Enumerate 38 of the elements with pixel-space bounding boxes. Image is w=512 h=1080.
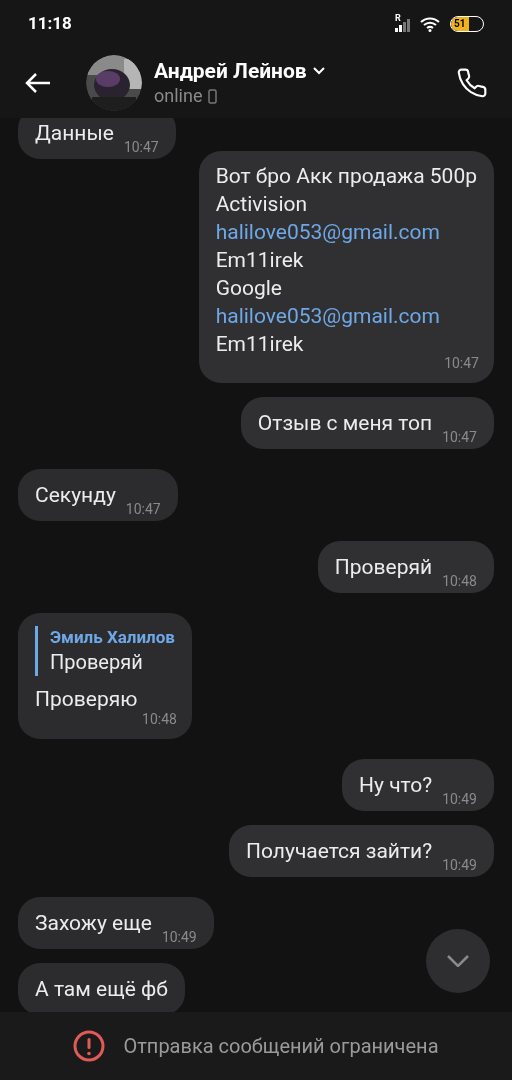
message-text: Данные bbox=[35, 120, 114, 147]
message-time: 10:47 bbox=[125, 500, 161, 518]
message-time: 10:49 bbox=[161, 928, 197, 946]
message-time: 10:48 bbox=[142, 710, 177, 728]
email-link[interactable]: halilove053@gmail.com bbox=[215, 302, 477, 330]
message-text: Получается зайти? bbox=[246, 838, 433, 865]
message-text: Google bbox=[215, 275, 283, 302]
reply-text: Проверяй bbox=[50, 649, 144, 676]
message-time: 10:47 bbox=[123, 138, 159, 156]
message-text: Секунду bbox=[35, 482, 116, 509]
message-text: Захожу еще bbox=[35, 910, 152, 937]
message-time: 10:47 bbox=[442, 428, 477, 446]
restriction-notice: Отправка сообщений ограничена bbox=[123, 1033, 439, 1060]
message-time: 10:49 bbox=[442, 790, 477, 808]
phone-device-icon bbox=[208, 88, 218, 104]
message-text: Отзыв с меня топ bbox=[257, 410, 433, 437]
phone-call-icon[interactable] bbox=[456, 67, 488, 99]
message-time: 10:49 bbox=[442, 856, 477, 874]
chevron-down-icon bbox=[447, 955, 469, 967]
message-time: 10:48 bbox=[442, 572, 477, 590]
message-text: Ну что? bbox=[359, 772, 433, 799]
message-text: А там ещё фб bbox=[35, 976, 168, 1003]
wifi-icon bbox=[420, 16, 440, 32]
message-text: Em11irek bbox=[215, 247, 305, 274]
message-text: Em11irek bbox=[215, 331, 305, 358]
back-arrow-icon[interactable] bbox=[24, 71, 52, 95]
message-text: Проверяю bbox=[35, 686, 139, 713]
warning-icon bbox=[73, 1030, 106, 1062]
message-text: Проверяй bbox=[334, 554, 433, 581]
message-text: Activision bbox=[215, 191, 309, 218]
online-status: online bbox=[154, 84, 203, 108]
chevron-down-icon[interactable] bbox=[312, 67, 325, 75]
email-link[interactable]: halilove053@gmail.com bbox=[215, 218, 477, 246]
reply-author: Эмиль Халилов bbox=[50, 626, 175, 648]
status-time: 11:18 bbox=[28, 12, 72, 36]
message-text: Вот бро Акк продажа 500р bbox=[215, 163, 477, 190]
message-time: 10:47 bbox=[444, 354, 479, 372]
contact-name[interactable]: Андрей Лейнов bbox=[154, 58, 307, 84]
